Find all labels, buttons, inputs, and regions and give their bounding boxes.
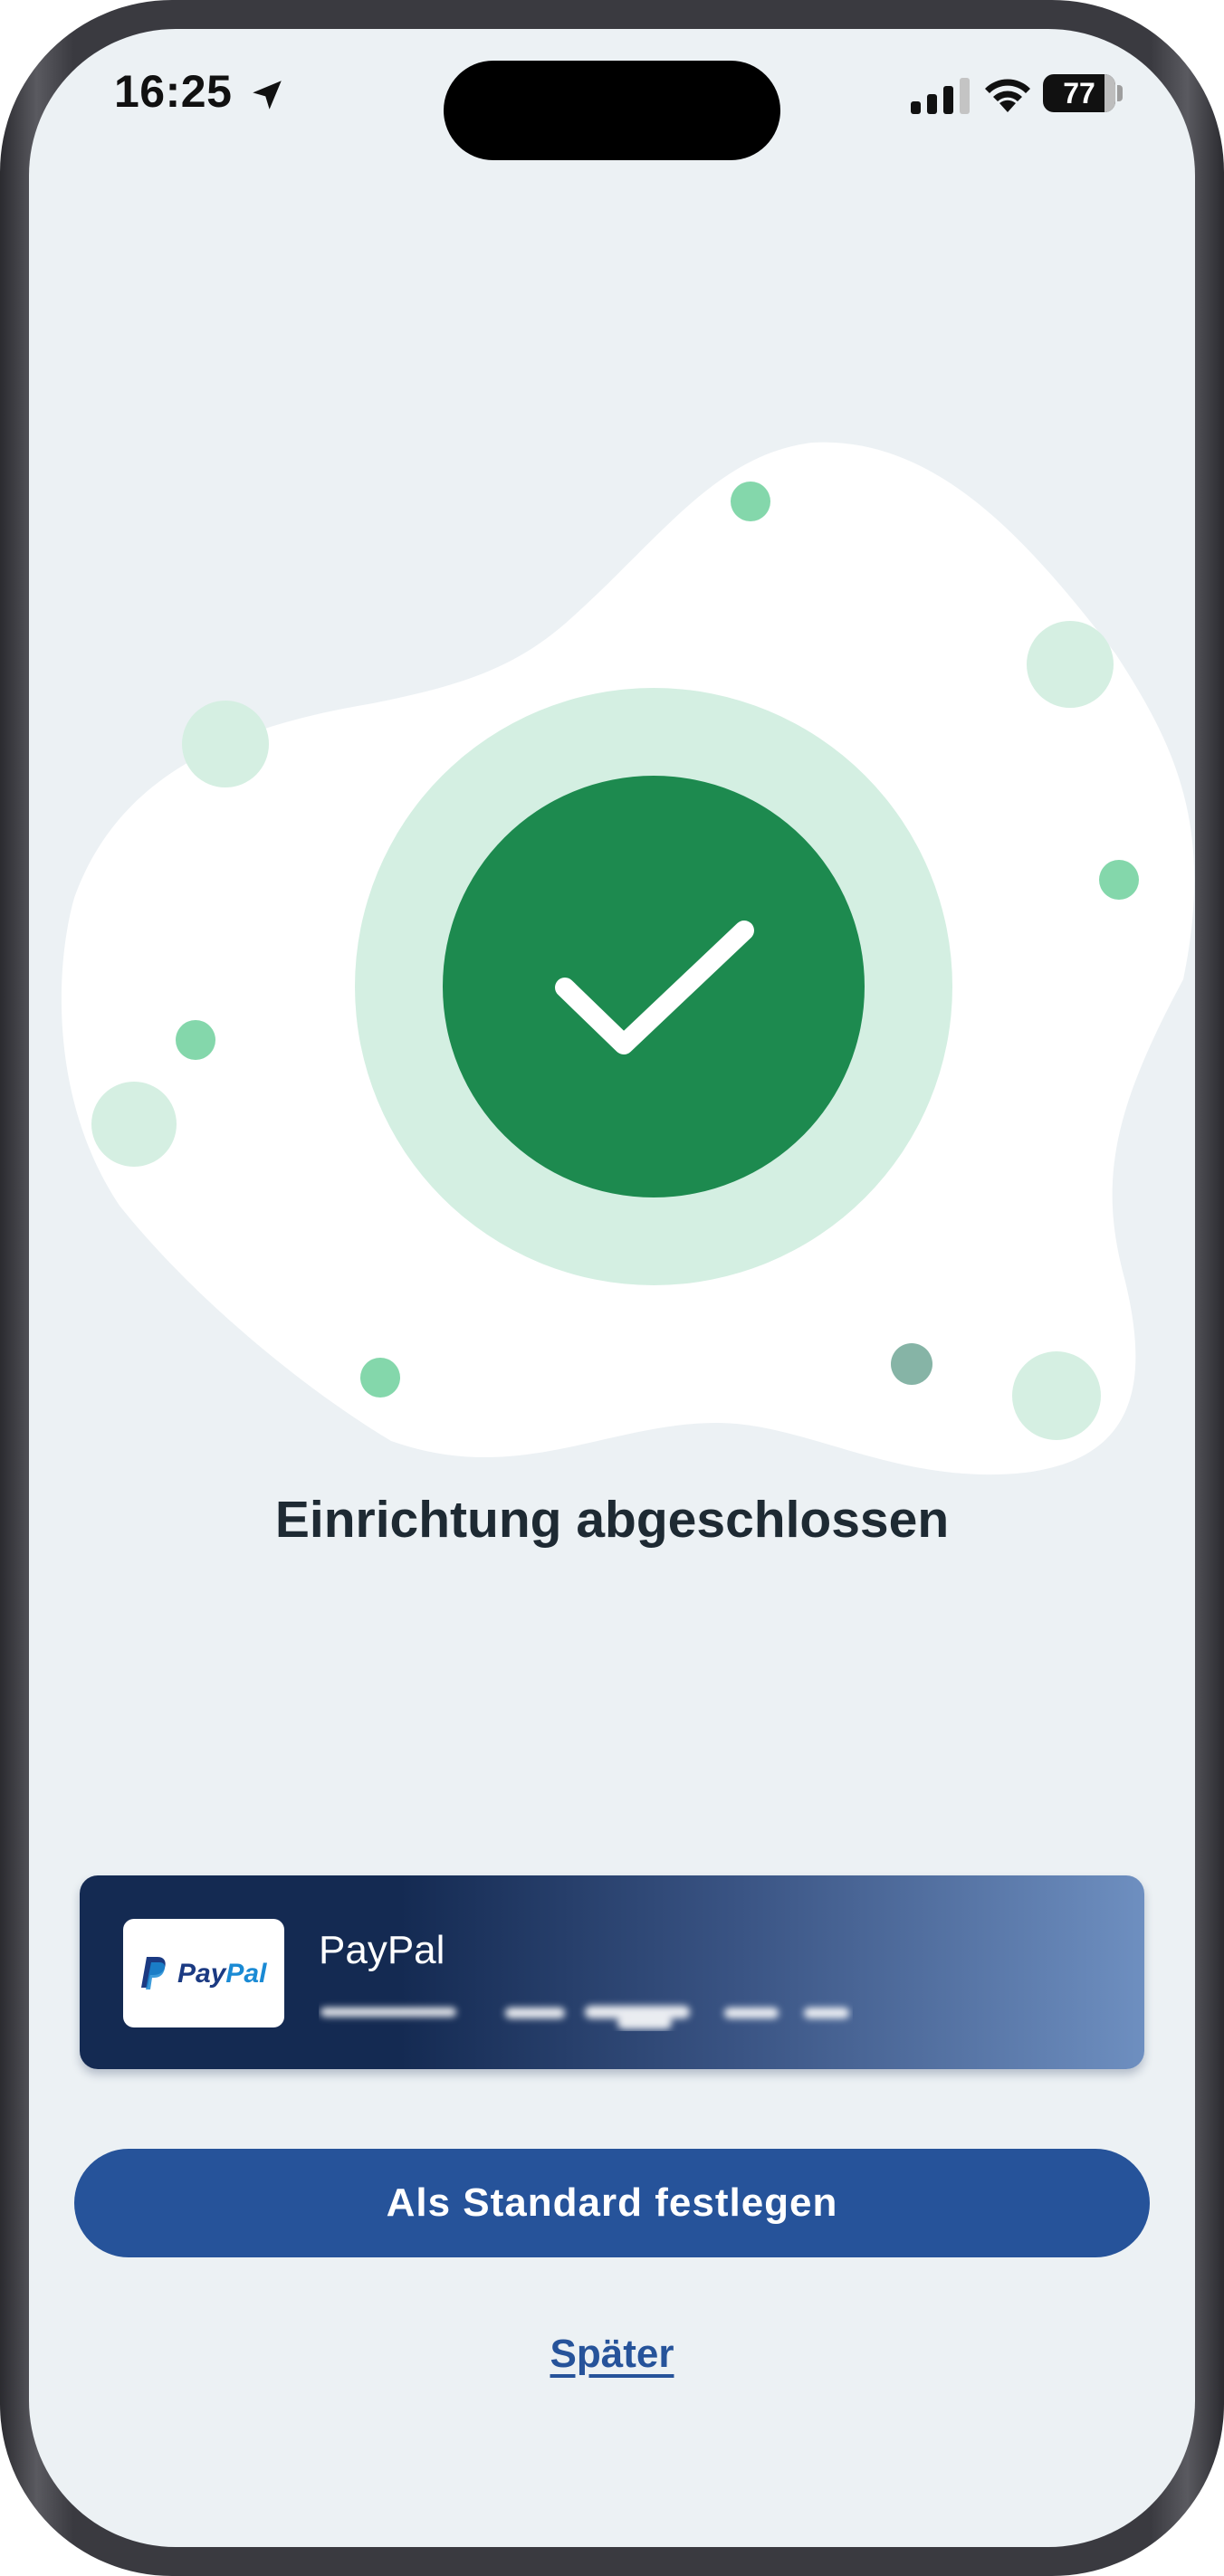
paypal-wordmark: PayPal bbox=[177, 1959, 267, 1989]
dynamic-island bbox=[444, 61, 780, 160]
page-title: Einrichtung abgeschlossen bbox=[274, 1491, 950, 1549]
success-circle bbox=[443, 776, 865, 1197]
payment-method-card[interactable]: PayPal PayPal bbox=[80, 1875, 1144, 2069]
status-time: 16:25 bbox=[114, 66, 233, 117]
later-link[interactable]: Später bbox=[29, 2332, 1195, 2377]
redacted-account-email bbox=[320, 2006, 849, 2029]
battery-empty-segment bbox=[1104, 74, 1115, 112]
battery-level: 77 bbox=[1063, 77, 1095, 110]
battery-tip bbox=[1117, 85, 1123, 101]
success-halo bbox=[355, 688, 952, 1285]
payment-method-name: PayPal bbox=[319, 1928, 445, 1972]
screen: 16:25 77 Einrichtung abgeschlossen PayPa… bbox=[29, 29, 1195, 2547]
decor-bubble bbox=[182, 701, 269, 787]
decor-dot bbox=[176, 1020, 215, 1060]
decor-bubble bbox=[91, 1082, 177, 1167]
wifi-icon bbox=[985, 79, 1030, 112]
decor-dot bbox=[731, 482, 770, 521]
location-arrow-icon bbox=[253, 81, 282, 110]
paypal-mark-icon bbox=[141, 1957, 166, 1989]
cellular-signal-icon bbox=[911, 78, 970, 114]
decor-dot bbox=[360, 1358, 400, 1398]
paypal-logo: PayPal bbox=[123, 1919, 284, 2027]
checkmark-icon bbox=[555, 921, 754, 1054]
illustration-blob bbox=[61, 442, 1195, 1475]
set-default-button[interactable]: Als Standard festlegen bbox=[74, 2149, 1150, 2257]
decor-bubble bbox=[1027, 621, 1114, 708]
decor-dot-dark bbox=[891, 1343, 932, 1385]
decor-bubble bbox=[1012, 1351, 1101, 1440]
phone-frame: 16:25 77 Einrichtung abgeschlossen PayPa… bbox=[0, 0, 1224, 2576]
battery-indicator: 77 bbox=[1043, 74, 1115, 112]
decor-dot bbox=[1099, 860, 1139, 900]
